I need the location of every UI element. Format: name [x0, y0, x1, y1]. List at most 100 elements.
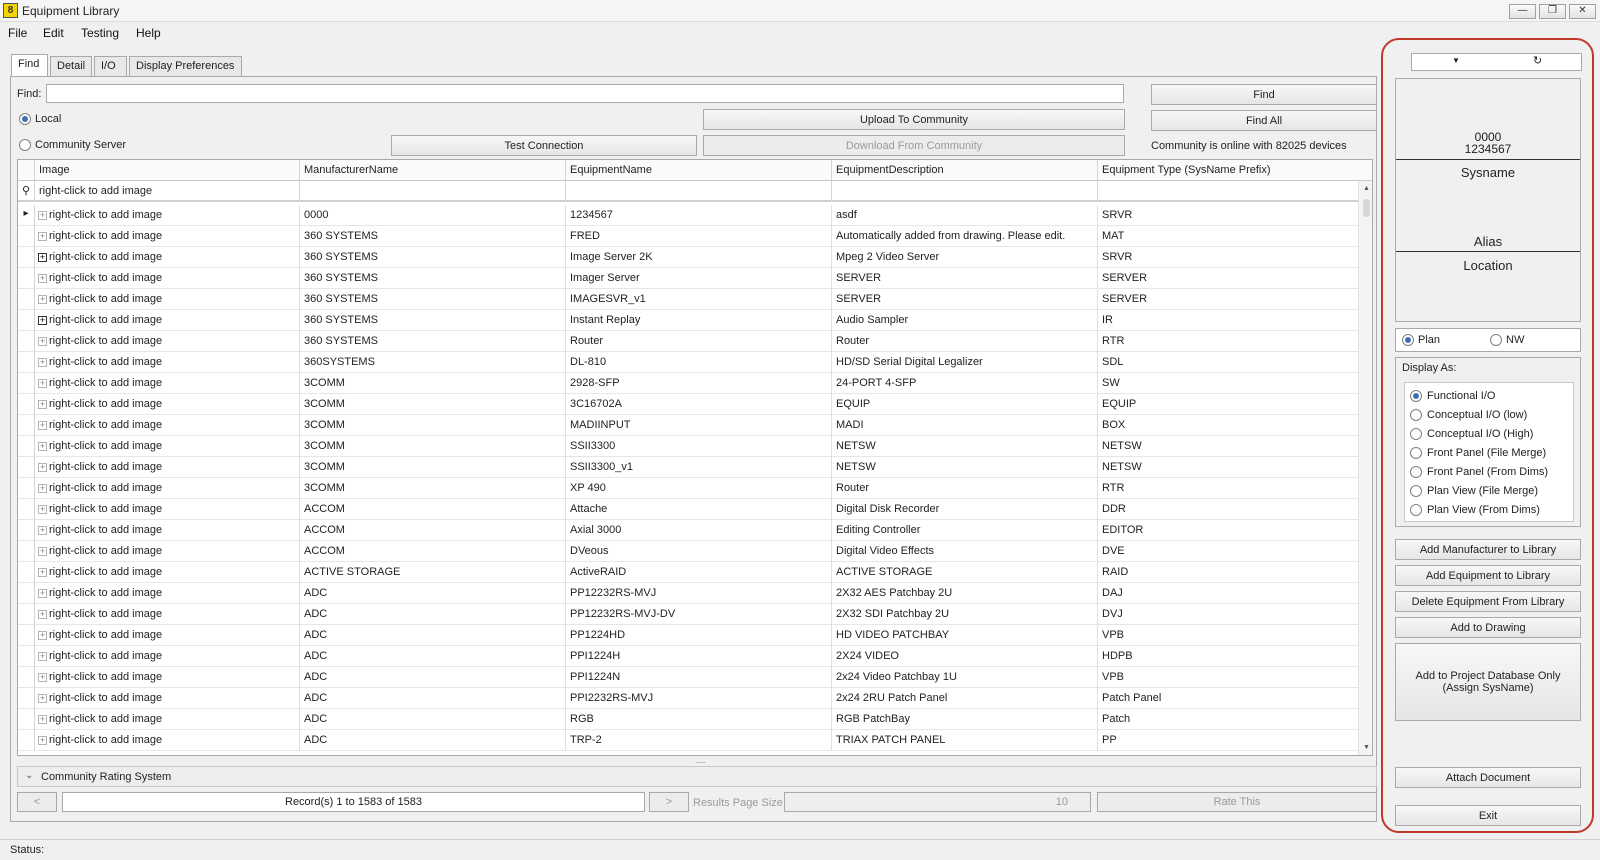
upload-to-community-button[interactable]: Upload To Community — [703, 109, 1125, 130]
row-indicator[interactable] — [18, 520, 35, 541]
cell-equipment-type[interactable]: BOX — [1098, 415, 1358, 436]
cell-equipment-name[interactable]: MADIINPUT — [566, 415, 832, 436]
cell-image[interactable]: right-click to add image — [35, 373, 300, 394]
cell-equipment-type[interactable]: SRVR — [1098, 205, 1358, 226]
row-indicator[interactable] — [18, 625, 35, 646]
cell-equipment-type[interactable]: RAID — [1098, 562, 1358, 583]
table-row[interactable]: right-click to add image 360 SYSTEMS Insta… — [18, 310, 1358, 331]
add-manufacturer-button[interactable]: Add Manufacturer to Library — [1395, 539, 1581, 560]
cell-description[interactable]: 2X24 VIDEO — [832, 646, 1098, 667]
cell-description[interactable]: Audio Sampler — [832, 310, 1098, 331]
tab-detail[interactable]: Detail — [50, 56, 92, 76]
cell-image[interactable]: right-click to add image — [35, 205, 300, 226]
row-indicator[interactable] — [18, 352, 35, 373]
cell-description[interactable]: 24-PORT 4-SFP — [832, 373, 1098, 394]
scroll-up-icon[interactable]: ▲ — [1363, 185, 1370, 192]
table-row[interactable]: right-click to add image ACCOM DVeous Digit… — [18, 541, 1358, 562]
cell-image[interactable]: right-click to add image — [35, 352, 300, 373]
cell-equipment-type[interactable]: DVE — [1098, 541, 1358, 562]
cell-manufacturer[interactable]: 360 SYSTEMS — [300, 268, 566, 289]
find-all-button[interactable]: Find All — [1151, 110, 1377, 131]
cell-description[interactable]: HD VIDEO PATCHBAY — [832, 625, 1098, 646]
cell-image[interactable]: right-click to add image — [35, 709, 300, 730]
cell-equipment-type[interactable]: Patch Panel — [1098, 688, 1358, 709]
cell-image[interactable]: right-click to add image — [35, 688, 300, 709]
row-indicator[interactable] — [18, 688, 35, 709]
expand-row-icon[interactable]: + — [38, 673, 47, 682]
cell-equipment-type[interactable]: RTR — [1098, 331, 1358, 352]
equipment-grid[interactable]: Image ManufacturerName EquipmentName Equ… — [17, 159, 1373, 756]
cell-image[interactable]: right-click to add image — [35, 268, 300, 289]
table-row[interactable]: right-click to add image 3COMM MADIINPUT MA… — [18, 415, 1358, 436]
cell-image[interactable]: right-click to add image — [35, 499, 300, 520]
cell-image[interactable]: right-click to add image — [35, 646, 300, 667]
expand-row-icon[interactable]: + — [38, 442, 47, 451]
cell-manufacturer[interactable]: 3COMM — [300, 478, 566, 499]
expand-row-icon[interactable]: + — [38, 463, 47, 472]
cell-manufacturer[interactable]: ADC — [300, 709, 566, 730]
cell-equipment-name[interactable]: ActiveRAID — [566, 562, 832, 583]
table-row[interactable]: right-click to add image ADC PP12232RS-MVJ… — [18, 583, 1358, 604]
cell-image[interactable]: right-click to add image — [35, 226, 300, 247]
table-row[interactable]: right-click to add image 3COMM 3C16702A EQU… — [18, 394, 1358, 415]
row-indicator[interactable] — [18, 667, 35, 688]
cell-description[interactable]: Mpeg 2 Video Server — [832, 247, 1098, 268]
expand-row-icon[interactable]: + — [38, 568, 47, 577]
cell-manufacturer[interactable]: ADC — [300, 730, 566, 751]
cell-image[interactable]: right-click to add image — [35, 415, 300, 436]
cell-image[interactable]: right-click to add image — [35, 604, 300, 625]
display-functional-io-radio[interactable] — [1410, 390, 1422, 402]
expand-row-icon[interactable]: + — [38, 526, 47, 535]
display-plan-view-file-merge-radio[interactable] — [1410, 485, 1422, 497]
table-row[interactable]: right-click to add image 360SYSTEMS DL-810… — [18, 352, 1358, 373]
cell-image[interactable]: right-click to add image — [35, 310, 300, 331]
cell-image[interactable]: right-click to add image — [35, 583, 300, 604]
refresh-icon[interactable]: ↻ — [1533, 54, 1542, 67]
cell-equipment-name[interactable]: PP12232RS-MVJ-DV — [566, 604, 832, 625]
table-row[interactable]: right-click to add image 3COMM SSII3300 NET… — [18, 436, 1358, 457]
cell-manufacturer[interactable]: 3COMM — [300, 436, 566, 457]
column-header-description[interactable]: EquipmentDescription — [832, 160, 1098, 181]
cell-equipment-name[interactable]: 1234567 — [566, 205, 832, 226]
add-to-project-database-button[interactable]: Add to Project Database Only (Assign Sys… — [1395, 643, 1581, 721]
cell-equipment-name[interactable]: PP1224HD — [566, 625, 832, 646]
row-indicator[interactable] — [18, 730, 35, 751]
table-row[interactable]: right-click to add image ACCOM Axial 3000 E… — [18, 520, 1358, 541]
rate-this-button[interactable]: Rate This — [1097, 792, 1377, 812]
cell-description[interactable]: 2x24 2RU Patch Panel — [832, 688, 1098, 709]
cell-description[interactable]: Editing Controller — [832, 520, 1098, 541]
plan-radio[interactable] — [1402, 334, 1414, 346]
cell-description[interactable]: Router — [832, 478, 1098, 499]
cell-description[interactable]: 2x24 Video Patchbay 1U — [832, 667, 1098, 688]
cell-equipment-type[interactable]: NETSW — [1098, 457, 1358, 478]
cell-manufacturer[interactable]: 360 SYSTEMS — [300, 226, 566, 247]
cell-equipment-type[interactable]: SERVER — [1098, 289, 1358, 310]
cell-manufacturer[interactable]: 3COMM — [300, 457, 566, 478]
cell-description[interactable]: ACTIVE STORAGE — [832, 562, 1098, 583]
next-page-button[interactable]: > — [649, 792, 689, 812]
cell-image[interactable]: right-click to add image — [35, 520, 300, 541]
table-row[interactable]: right-click to add image 360 SYSTEMS FRED A… — [18, 226, 1358, 247]
expand-row-icon[interactable]: + — [38, 421, 47, 430]
row-indicator[interactable] — [18, 268, 35, 289]
cell-description[interactable]: TRIAX PATCH PANEL — [832, 730, 1098, 751]
cell-equipment-name[interactable]: XP 490 — [566, 478, 832, 499]
row-indicator[interactable] — [18, 331, 35, 352]
cell-description[interactable]: Digital Video Effects — [832, 541, 1098, 562]
row-indicator[interactable] — [18, 457, 35, 478]
cell-image[interactable]: right-click to add image — [35, 331, 300, 352]
cell-image[interactable]: right-click to add image — [35, 436, 300, 457]
cell-description[interactable]: RGB PatchBay — [832, 709, 1098, 730]
table-row[interactable]: right-click to add image 360 SYSTEMS IMAGE… — [18, 289, 1358, 310]
cell-equipment-name[interactable]: RGB — [566, 709, 832, 730]
tab-display-preferences[interactable]: Display Preferences — [129, 56, 242, 76]
filter-cell-equipment-type[interactable] — [1098, 181, 1358, 202]
cell-manufacturer[interactable]: ADC — [300, 583, 566, 604]
cell-image[interactable]: right-click to add image — [35, 667, 300, 688]
dropdown-arrow-icon[interactable]: ▼ — [1452, 56, 1460, 65]
cell-manufacturer[interactable]: ADC — [300, 625, 566, 646]
cell-equipment-name[interactable]: DVeous — [566, 541, 832, 562]
row-indicator[interactable] — [18, 604, 35, 625]
expand-row-icon[interactable]: + — [38, 505, 47, 514]
display-plan-view-dims-radio[interactable] — [1410, 504, 1422, 516]
